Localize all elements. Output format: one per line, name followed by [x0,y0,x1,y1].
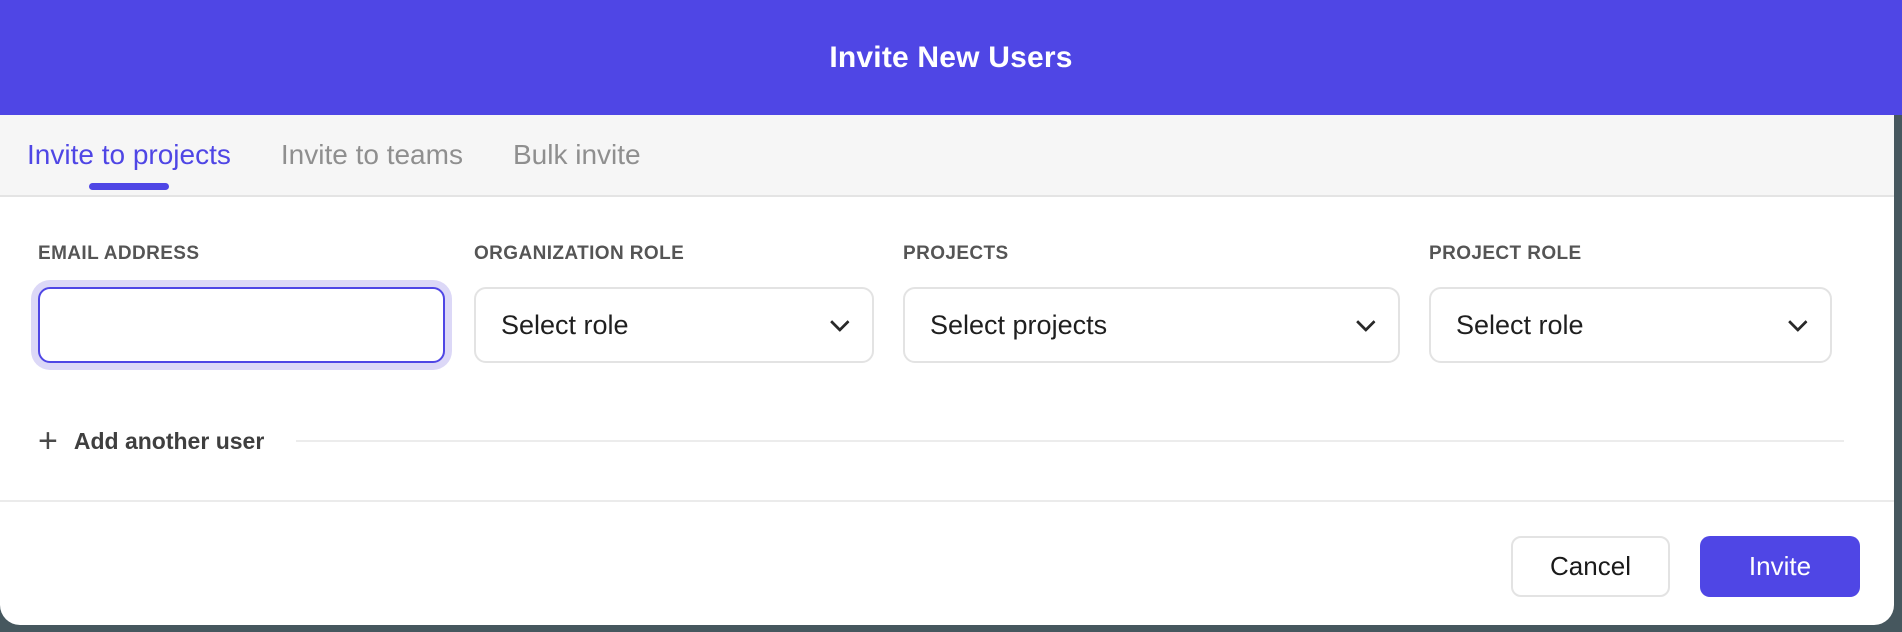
project-role-field-group: PROJECT ROLE Select role [1429,243,1832,363]
tab-bar: Invite to projects Invite to teams Bulk … [0,115,1894,197]
project-role-select[interactable]: Select role [1429,287,1832,363]
field-label: PROJECT ROLE [1429,243,1832,265]
chevron-down-icon [1788,312,1808,332]
tab-label: Invite to teams [281,139,463,171]
add-another-user-label: Add another user [74,428,264,455]
tab-label: Bulk invite [513,139,641,171]
tab-label: Invite to projects [27,139,231,171]
projects-field-group: PROJECTS Select projects [903,243,1400,363]
organization-role-field-group: ORGANIZATION ROLE Select role [474,243,874,363]
tab-bulk-invite[interactable]: Bulk invite [513,115,641,195]
field-label: PROJECTS [903,243,1400,265]
cancel-button[interactable]: Cancel [1511,536,1670,597]
active-tab-indicator [89,183,169,190]
organization-role-select[interactable]: Select role [474,287,874,363]
select-value: Select role [1456,310,1584,341]
select-value: Select role [501,310,629,341]
modal-body: Invite to projects Invite to teams Bulk … [0,115,1894,625]
page-title: Invite New Users [829,41,1072,75]
projects-select[interactable]: Select projects [903,287,1400,363]
invite-form-row: EMAIL ADDRESS ORGANIZATION ROLE Select r… [38,243,1832,363]
add-user-row: + Add another user [38,425,1844,457]
field-label: EMAIL ADDRESS [38,243,445,265]
divider [296,440,1844,442]
footer-divider [0,500,1894,502]
email-address-field-group: EMAIL ADDRESS [38,243,445,363]
select-value: Select projects [930,310,1107,341]
field-label: ORGANIZATION ROLE [474,243,874,265]
plus-icon: + [38,426,58,456]
add-another-user-button[interactable]: + Add another user [38,426,264,456]
email-field[interactable] [38,287,445,363]
invite-button[interactable]: Invite [1700,536,1860,597]
tab-invite-to-teams[interactable]: Invite to teams [281,115,463,195]
modal-header: Invite New Users [0,0,1902,115]
tab-invite-to-projects[interactable]: Invite to projects [27,115,231,195]
chevron-down-icon [830,312,850,332]
chevron-down-icon [1356,312,1376,332]
